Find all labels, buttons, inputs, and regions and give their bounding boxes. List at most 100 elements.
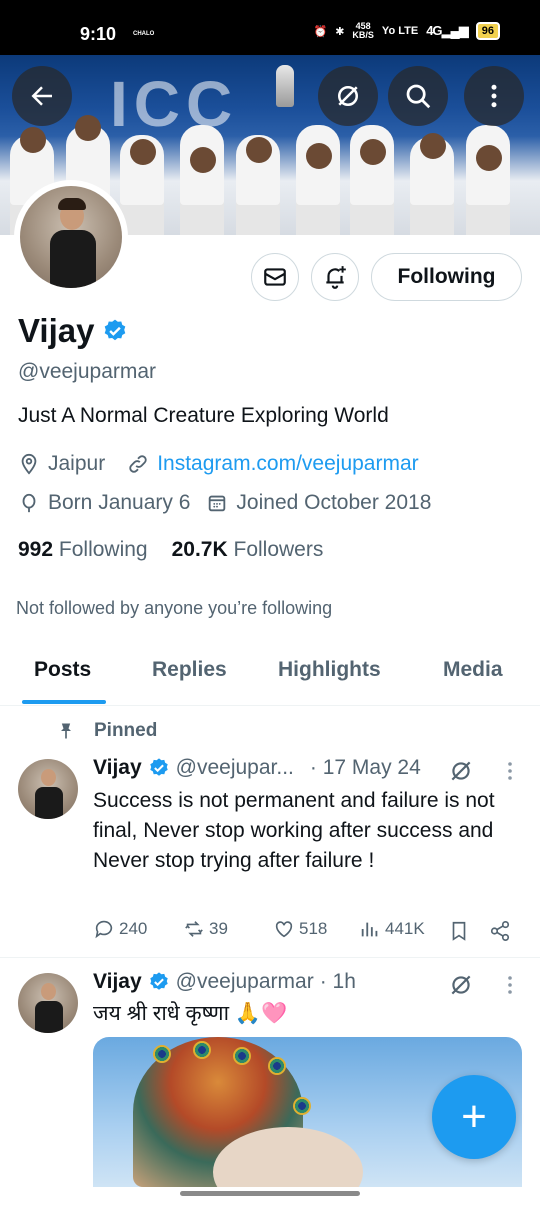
post-author-handle: @veejupar... [175,756,294,779]
views-chart-icon [361,922,378,937]
compose-post-button[interactable]: + [432,1075,516,1159]
signal-type: 4G [426,23,442,38]
post-author-name[interactable]: Vijay [93,756,142,780]
tab-highlights[interactable]: Highlights [278,658,381,682]
following-count: 992 [18,538,54,561]
peacock-feather [233,1047,251,1065]
verified-badge-icon [149,972,168,990]
more-vertical-icon [491,84,497,108]
banner-figure [466,125,510,235]
link-icon [129,455,147,473]
plus-icon: + [461,1092,487,1141]
following-button[interactable]: Following [371,253,522,301]
status-icons: ⏰ ✱ 458 KB/S Yo LTE 4G▂▄▆ 96 [313,22,500,40]
profile-handle: @veejuparmar [18,360,157,383]
post-avatar-shirt [35,1001,63,1033]
net-speed-unit: KB/S [352,30,374,40]
post-header: Vijay @veejupar... · 17 May 24 [93,756,421,780]
search-icon [406,84,431,109]
banner-figure [306,143,332,169]
active-tab-indicator [22,700,106,704]
grok-icon[interactable] [448,758,474,784]
status-bar: 9:10 CHALO ⏰ ✱ 458 KB/S Yo LTE 4G▂▄▆ 96 [0,0,540,55]
followers-stat-label: Followers [233,538,324,561]
verified-badge-icon[interactable] [102,318,128,344]
not-followed-notice: Not followed by anyone you’re following [16,598,333,618]
profile-birthday: Born January 6 [48,491,191,514]
profile-name: Vijay [18,312,95,349]
envelope-icon [264,268,286,286]
network-label: Yo LTE [381,25,419,37]
pinned-indicator: Pinned [56,720,157,742]
message-button[interactable] [251,253,299,301]
post-text: जय श्री राधे कृष्णा 🙏🩷 [93,1002,288,1025]
post-header: Vijay @veejuparmar · 1h [93,970,356,994]
peacock-feather [153,1045,171,1063]
bluetooth-icon: ✱ [335,25,345,38]
tab-replies[interactable]: Replies [152,658,227,682]
more-vertical-icon[interactable] [498,759,522,783]
reply-action[interactable]: 240 [93,918,147,940]
calendar-icon [209,495,226,512]
post-author-name[interactable]: Vijay [93,970,142,994]
bookmark-icon[interactable] [448,920,470,942]
tab-media[interactable]: Media [443,658,503,682]
status-time: 9:10 [80,24,117,44]
banner-figure [360,139,386,165]
trophy-graphic [276,65,294,107]
profile-joined: Joined October 2018 [236,491,432,514]
like-action[interactable]: 518 [273,918,327,940]
reply-count: 240 [119,919,148,938]
profile-location: Jaipur [48,452,106,475]
post-avatar[interactable] [18,973,78,1033]
following-stat[interactable]: 992 Following [18,538,148,562]
profile-name-row: Vijay [18,312,128,350]
bell-plus-icon [326,266,346,289]
balloon-icon [22,493,36,513]
reply-icon [95,920,113,939]
post-author-handle: @veejuparmar [175,970,314,993]
profile-meta-row-2: Born January 6 Joined October 2018 [18,491,431,515]
post-date: · 1h [319,970,356,993]
post-avatar[interactable] [18,759,78,819]
banner-figure [420,133,446,159]
avatar-hair [58,198,86,210]
share-icon[interactable] [489,920,511,942]
more-vertical-icon[interactable] [498,973,522,997]
banner-figure [476,145,502,171]
view-count: 441K [385,919,425,938]
repost-action[interactable]: 39 [183,918,228,940]
pin-icon [61,723,71,739]
back-button[interactable] [12,66,72,126]
pinned-label: Pinned [94,720,158,741]
grok-icon[interactable] [448,972,474,998]
home-indicator[interactable] [180,1191,360,1196]
repost-count: 39 [209,919,228,938]
net-speed: 458 KB/S [352,22,374,40]
banner-figure [130,139,156,165]
banner-figure [75,115,101,141]
post-avatar-shirt [35,787,63,819]
avatar-shirt [50,230,96,288]
grok-icon [338,86,358,106]
views-action[interactable]: 441K [359,918,425,940]
profile-website-link[interactable]: Instagram.com/veejuparmar [157,452,418,476]
followers-stat[interactable]: 20.7K Followers [172,538,324,562]
banner-text: ICC [110,68,239,140]
profile-avatar[interactable] [14,180,128,294]
banner-figure [20,127,46,153]
back-arrow-icon [31,86,52,106]
notifications-button[interactable] [311,253,359,301]
search-button[interactable] [388,66,448,126]
post-avatar-face [41,769,56,786]
banner-figure [190,147,216,173]
like-count: 518 [299,919,328,938]
tab-posts[interactable]: Posts [34,658,91,682]
peacock-feather [268,1057,286,1075]
post-avatar-face [41,983,56,1000]
post-date: · 17 May 24 [309,756,421,779]
more-options-button[interactable] [464,66,524,126]
grok-button[interactable] [318,66,378,126]
repost-icon [185,921,203,937]
peacock-feather [193,1041,211,1059]
